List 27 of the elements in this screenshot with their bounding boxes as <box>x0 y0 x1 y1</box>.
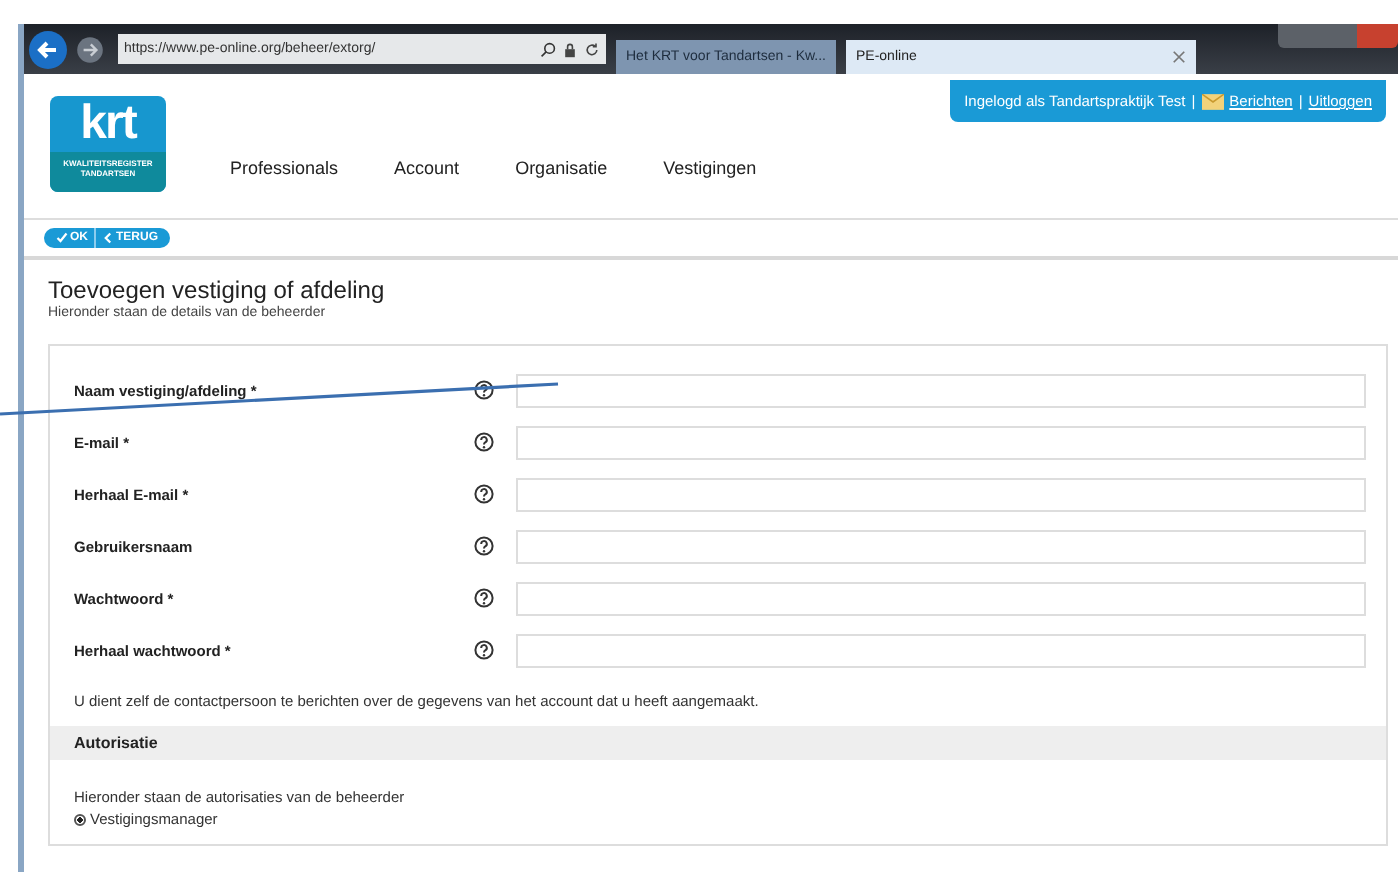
input-field[interactable] <box>516 633 1366 667</box>
input-field[interactable] <box>516 477 1366 511</box>
input-field[interactable] <box>516 581 1366 615</box>
nav-link[interactable]: Professionals <box>230 158 339 178</box>
section-title: Autorisatie <box>74 734 158 752</box>
chevron-left-icon <box>102 232 114 244</box>
nav-link[interactable]: Account <box>394 158 460 178</box>
help-icon[interactable] <box>474 432 494 452</box>
close-icon[interactable] <box>1172 49 1186 63</box>
help-icon[interactable] <box>474 588 494 608</box>
forward-icon[interactable] <box>74 33 106 65</box>
refresh-icon[interactable] <box>584 41 600 57</box>
page-title: Toevoegen vestiging of afdeling <box>48 276 387 304</box>
radio-button[interactable] <box>74 813 86 825</box>
input-field[interactable] <box>516 529 1366 563</box>
input-field[interactable] <box>516 425 1366 459</box>
help-icon[interactable] <box>474 380 494 400</box>
help-icon[interactable] <box>474 640 494 660</box>
nav-link[interactable]: Organisatie <box>515 158 608 178</box>
input-field[interactable] <box>516 373 1366 407</box>
lock-icon <box>562 41 578 57</box>
help-icon[interactable] <box>474 484 494 504</box>
check-icon <box>56 232 68 244</box>
back-icon[interactable] <box>28 29 68 69</box>
help-icon[interactable] <box>474 536 494 556</box>
nav-link[interactable]: Vestigingen <box>663 158 757 178</box>
search-icon[interactable] <box>540 41 556 57</box>
